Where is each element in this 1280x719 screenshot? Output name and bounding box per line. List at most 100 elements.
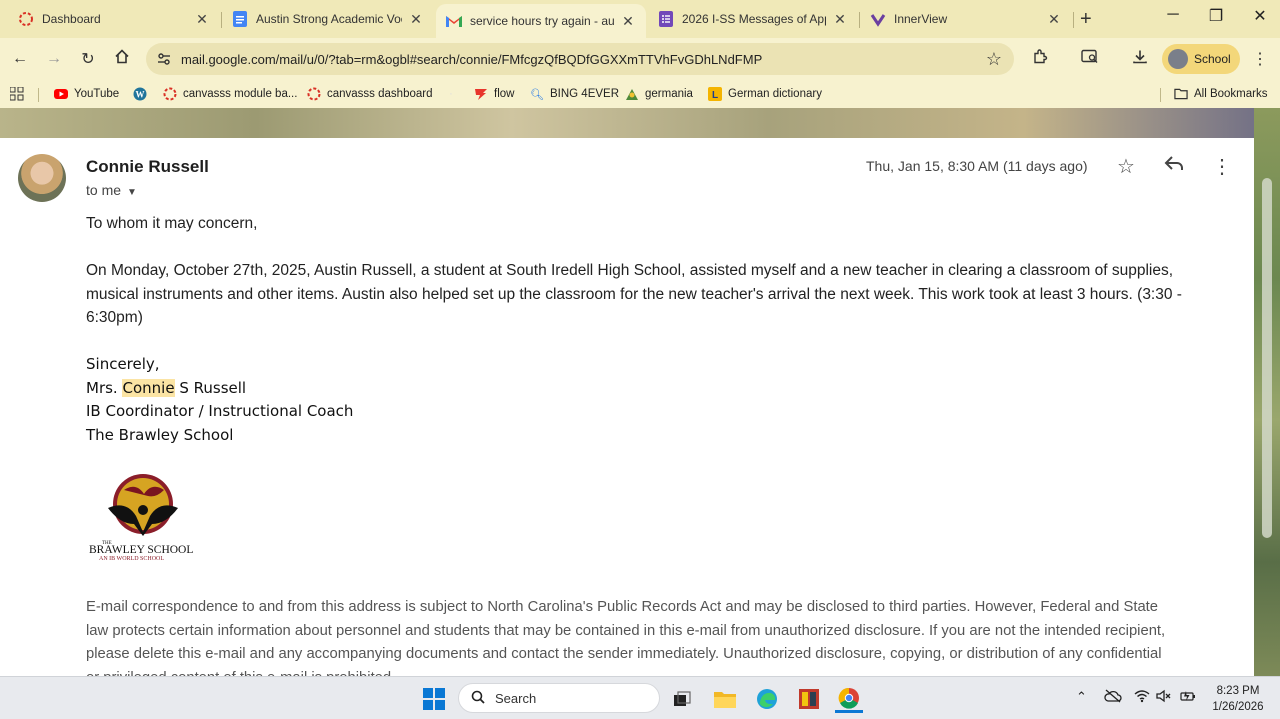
- battery-icon[interactable]: [1180, 689, 1196, 706]
- germania-icon: [625, 87, 639, 101]
- bookmark-label: YouTube: [74, 88, 120, 100]
- close-tab-icon[interactable]: ✕: [194, 11, 210, 28]
- body-line: 6:30pm): [86, 309, 143, 326]
- closing: Sincerely,: [86, 355, 160, 373]
- restore-button[interactable]: ❐: [1196, 6, 1236, 26]
- bookmark-canvas-dashboard[interactable]: canvasss dashboard: [307, 85, 432, 103]
- bookmark-blank[interactable]: ·: [444, 85, 464, 103]
- extensions-icon[interactable]: [1028, 49, 1052, 70]
- sender-name[interactable]: Connie Russell: [86, 157, 209, 177]
- volume-muted-icon[interactable]: [1156, 689, 1172, 706]
- star-icon[interactable]: ☆: [1114, 154, 1138, 179]
- blank-icon: ·: [449, 88, 453, 100]
- google-forms-icon: [658, 11, 674, 27]
- bookmark-label: flow: [494, 88, 515, 100]
- close-tab-icon[interactable]: ✕: [1046, 11, 1062, 28]
- bookmark-wordpress[interactable]: W: [133, 85, 153, 103]
- tab-search-icon[interactable]: [1078, 49, 1102, 70]
- menu-kebab-icon[interactable]: ⋮: [1248, 49, 1272, 69]
- tab-docs[interactable]: Austin Strong Academic Voca ✕: [222, 4, 434, 34]
- tab-forms[interactable]: 2026 I-SS Messages of Appre ✕: [648, 4, 858, 34]
- signature-title: IB Coordinator / Instructional Coach: [86, 402, 354, 420]
- browser-toolbar: ← → ↻ mail.google.com/mail/u/0/?tab=rm&o…: [0, 38, 1280, 80]
- tab-title: 2026 I-SS Messages of Appre: [682, 12, 826, 26]
- wifi-icon[interactable]: [1134, 689, 1150, 706]
- avatar: [18, 154, 66, 202]
- innerview-icon: [870, 11, 886, 27]
- download-icon[interactable]: [1128, 49, 1152, 70]
- close-tab-icon[interactable]: ✕: [832, 11, 848, 28]
- email-message: Connie Russell to me ▼ Thu, Jan 15, 8:30 …: [0, 138, 1254, 676]
- bookmark-german-dictionary[interactable]: L German dictionary: [708, 85, 822, 103]
- close-window-button[interactable]: ✕: [1240, 6, 1280, 26]
- address-bar[interactable]: mail.google.com/mail/u/0/?tab=rm&ogbl#se…: [146, 43, 1014, 75]
- greeting: To whom it may concern,: [86, 215, 258, 232]
- tab-strip: Dashboard ✕ Austin Strong Academic Voca …: [0, 0, 1280, 38]
- profile-button[interactable]: School: [1162, 44, 1240, 74]
- email-disclaimer: E-mail correspondence to and from this a…: [86, 599, 1166, 676]
- bookmark-star-icon[interactable]: ☆: [986, 49, 1002, 70]
- cloud-off-icon[interactable]: [1104, 689, 1122, 706]
- windows-taskbar: Search ⌃ 8:23 PM 1/26/2026: [0, 676, 1280, 719]
- url-text: mail.google.com/mail/u/0/?tab=rm&ogbl#se…: [181, 51, 763, 67]
- app-icon[interactable]: [795, 685, 823, 713]
- search-highlight: Connie: [122, 379, 175, 397]
- svg-text:BRAWLEY SCHOOL: BRAWLEY SCHOOL: [89, 544, 193, 556]
- all-bookmarks-button[interactable]: All Bookmarks: [1174, 85, 1268, 103]
- profile-label: School: [1194, 52, 1231, 66]
- gmail-theme-background: [1254, 108, 1280, 676]
- apps-grid-icon[interactable]: [10, 85, 24, 103]
- recipient-details[interactable]: to me ▼: [86, 182, 137, 198]
- file-explorer-icon[interactable]: [711, 685, 739, 713]
- close-tab-icon[interactable]: ✕: [408, 11, 424, 28]
- recipient-label: to me: [86, 182, 122, 198]
- windows-start-icon[interactable]: [420, 685, 448, 713]
- chevron-down-icon[interactable]: ▼: [127, 187, 137, 198]
- back-icon[interactable]: ←: [8, 50, 32, 68]
- bookmark-canvas-module[interactable]: canvasss module ba...: [163, 85, 297, 103]
- bookmark-label: German dictionary: [728, 88, 822, 100]
- canvas-icon: [18, 11, 34, 27]
- taskbar-search[interactable]: Search: [458, 683, 660, 713]
- home-icon[interactable]: [110, 49, 134, 70]
- minimize-button[interactable]: ─: [1153, 6, 1193, 24]
- canvas-icon: [163, 87, 177, 101]
- task-view-icon[interactable]: [668, 685, 696, 713]
- bing-search-icon: 🔍︎: [530, 88, 544, 101]
- edge-browser-icon[interactable]: [753, 685, 781, 713]
- tab-dashboard[interactable]: Dashboard ✕: [8, 4, 220, 34]
- svg-text:AN IB WORLD SCHOOL: AN IB WORLD SCHOOL: [99, 556, 164, 562]
- gmail-theme-background: [0, 108, 1280, 138]
- forward-icon[interactable]: →: [42, 50, 66, 68]
- bookmark-bing[interactable]: 🔍︎ BING 4EVER: [530, 85, 619, 103]
- more-options-icon[interactable]: ⋮: [1210, 154, 1234, 179]
- site-info-icon[interactable]: [156, 51, 172, 72]
- bookmark-label: germania: [645, 88, 693, 100]
- chrome-icon[interactable]: [835, 685, 863, 713]
- scrollbar[interactable]: [1262, 178, 1272, 538]
- svg-text:W: W: [136, 90, 145, 100]
- bookmark-youtube[interactable]: YouTube: [54, 85, 119, 103]
- bookmark-flow[interactable]: flow: [474, 85, 514, 103]
- bookmark-germania[interactable]: germania: [625, 85, 693, 103]
- new-tab-button[interactable]: +: [1080, 8, 1092, 31]
- close-tab-icon[interactable]: ✕: [620, 13, 636, 30]
- tab-innerview[interactable]: InnerView ✕: [860, 4, 1072, 34]
- bookmark-label: canvasss dashboard: [327, 88, 433, 100]
- system-clock[interactable]: 8:23 PM 1/26/2026: [1206, 683, 1270, 715]
- bookmark-label: BING 4EVER: [550, 88, 620, 100]
- reload-icon[interactable]: ↻: [76, 49, 100, 69]
- svg-text:L: L: [712, 90, 718, 101]
- tab-gmail[interactable]: service hours try again - ausr ✕: [436, 4, 646, 38]
- tab-title: service hours try again - ausr: [470, 14, 614, 28]
- clock-time: 8:23 PM: [1216, 685, 1260, 697]
- search-placeholder: Search: [495, 690, 537, 706]
- youtube-icon: [54, 87, 68, 101]
- chevron-up-icon[interactable]: ⌃: [1076, 689, 1087, 705]
- search-icon: [471, 690, 485, 707]
- reply-icon[interactable]: [1162, 154, 1186, 177]
- google-docs-icon: [232, 11, 248, 27]
- email-date: Thu, Jan 15, 8:30 AM (11 days ago): [866, 158, 1088, 174]
- body-line: musical instruments and other items. Aus…: [86, 286, 1182, 303]
- signature-name: Mrs. Connie S Russell: [86, 379, 247, 397]
